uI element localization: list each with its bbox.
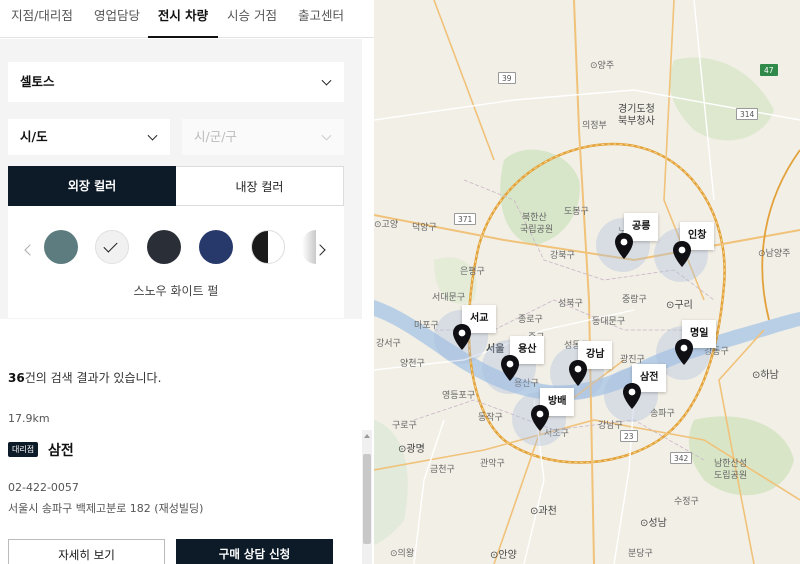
view-details-button[interactable]: 자세히 보기 [8, 539, 165, 564]
chevron-right-icon[interactable] [314, 244, 326, 256]
map-label: 양천구 [400, 359, 425, 369]
map-label: ⊙과천 [530, 506, 557, 517]
chevron-down-icon [321, 75, 332, 86]
province-select-value: 시/도 [20, 129, 48, 144]
category-tabs: 지점/대리점 영업담당 전시 차량 시승 거점 출고센터 [0, 0, 374, 38]
color-type-tabs: 외장 컬러 내장 컬러 [8, 166, 344, 206]
road-number-371: 371 [454, 213, 477, 225]
map-label: 북부청사 [618, 116, 655, 127]
dealer-address: 서울시 송파구 백제고분로 182 (재성빌딩) [8, 502, 204, 515]
model-select-value: 셀토스 [20, 74, 55, 89]
chevron-down-icon [321, 130, 332, 141]
map-label: 도립공원 [714, 471, 748, 481]
dealer-distance: 17.9km [8, 412, 50, 425]
result-count-suffix: 건의 검색 결과가 있습니다. [24, 371, 162, 385]
map-label: 국립공원 [520, 225, 554, 235]
result-count-number: 36 [8, 371, 25, 385]
map-label: ⊙고양 [374, 220, 399, 230]
map-label: 영등포구 [442, 391, 476, 401]
dealer-name[interactable]: 삼전 [48, 440, 74, 460]
map-marker-icon[interactable] [452, 323, 472, 351]
filter-area: 셀토스 시/도 시/군/구 외장 컬러 내장 컬러 스노우 화이트 펄 [0, 39, 362, 319]
map-label: ⊙성남 [640, 518, 667, 529]
color-swatch[interactable] [147, 230, 181, 264]
district-select-value: 시/군/구 [194, 129, 237, 144]
map-marker-icon[interactable] [568, 359, 588, 387]
map-label: 분당구 [628, 549, 653, 559]
scroll-thumb[interactable] [363, 454, 371, 544]
map-label: 금천구 [430, 465, 455, 475]
map-label: 동작구 [478, 413, 503, 423]
dealer-phone[interactable]: 02-422-0057 [8, 481, 79, 494]
map-label: 도봉구 [564, 207, 589, 217]
map-label: ⊙구리 [666, 300, 693, 311]
tab-test-drive-hub[interactable]: 시승 거점 [222, 0, 282, 38]
map-marker-icon[interactable] [614, 232, 634, 260]
color-swatch-two-tone[interactable] [251, 230, 285, 264]
map-label: 종로구 [518, 315, 543, 325]
tab-exterior-color[interactable]: 외장 컬러 [8, 166, 176, 206]
park-area [374, 420, 408, 545]
map-label: 서대문구 [432, 293, 466, 303]
map-marker-icon[interactable] [672, 240, 692, 268]
map-label: 관악구 [480, 459, 505, 469]
tab-delivery-center[interactable]: 출고센터 [290, 0, 352, 38]
road [573, 0, 595, 564]
tab-branch-dealer[interactable]: 지점/대리점 [4, 0, 80, 38]
dealer-map[interactable]: 39 371 314 47 23 342 ⊙양주 경기도청 북부청사 의정부 ⊙… [374, 0, 800, 564]
dealer-search-panel: 지점/대리점 영업담당 전시 차량 시승 거점 출고센터 셀토스 시/도 시/군… [0, 0, 374, 564]
map-label: 덕양구 [412, 223, 437, 233]
chevron-left-icon[interactable] [24, 244, 36, 256]
road-number-342: 342 [670, 452, 693, 464]
tab-sales-rep[interactable]: 영업담당 [88, 0, 146, 38]
color-swatch-carousel: 스노우 화이트 펄 [8, 206, 344, 318]
map-label: ⊙하남 [752, 370, 779, 381]
map-label: ⊙의왕 [390, 549, 415, 559]
map-marker-icon[interactable] [530, 404, 550, 432]
map-label: ⊙양주 [590, 61, 615, 71]
map-label: 수정구 [674, 497, 699, 507]
map-label: 성북구 [558, 299, 583, 309]
color-swatch-selected[interactable] [95, 230, 129, 264]
map-label: 동대문구 [592, 317, 626, 327]
map-marker-icon[interactable] [500, 354, 520, 382]
color-swatch[interactable] [44, 230, 78, 264]
tab-display-vehicle[interactable]: 전시 차량 [148, 0, 218, 38]
result-count: 36건의 검색 결과가 있습니다. [8, 369, 161, 386]
check-icon [103, 238, 118, 253]
tab-interior-color[interactable]: 내장 컬러 [176, 166, 344, 206]
scroll-up-arrow-icon[interactable] [364, 434, 370, 438]
road-number-39: 39 [498, 72, 516, 84]
road [433, 0, 495, 161]
result-scrollbar[interactable] [362, 430, 372, 564]
map-label: 구로구 [392, 421, 417, 431]
map-label: ⊙남양주 [758, 249, 791, 259]
selected-color-name: 스노우 화이트 펄 [133, 284, 219, 298]
purchase-consult-button[interactable]: 구매 상담 신청 [176, 539, 333, 564]
road [374, 214, 800, 262]
map-label: 강북구 [550, 251, 575, 261]
map-label: 은평구 [460, 267, 485, 277]
map-label: 의정부 [582, 121, 607, 131]
district-select[interactable]: 시/군/구 [182, 119, 344, 155]
map-label: 중랑구 [622, 295, 647, 305]
road-number-47: 47 [760, 64, 778, 76]
map-label: ⊙광명 [398, 444, 425, 455]
map-marker-icon[interactable] [674, 338, 694, 366]
chevron-down-icon [147, 130, 158, 141]
map-label: 강서구 [376, 339, 401, 349]
map-label: 강남구 [598, 421, 623, 431]
model-select[interactable]: 셀토스 [8, 62, 344, 102]
color-swatch-partial[interactable] [302, 230, 316, 264]
map-marker-icon[interactable] [622, 382, 642, 410]
map-label: ⊙안양 [490, 550, 517, 561]
dealer-type-badge: 대리점 [8, 442, 39, 457]
province-select[interactable]: 시/도 [8, 119, 170, 155]
road-number-314: 314 [736, 108, 759, 120]
color-swatch[interactable] [199, 230, 233, 264]
road-number-23: 23 [620, 430, 638, 442]
